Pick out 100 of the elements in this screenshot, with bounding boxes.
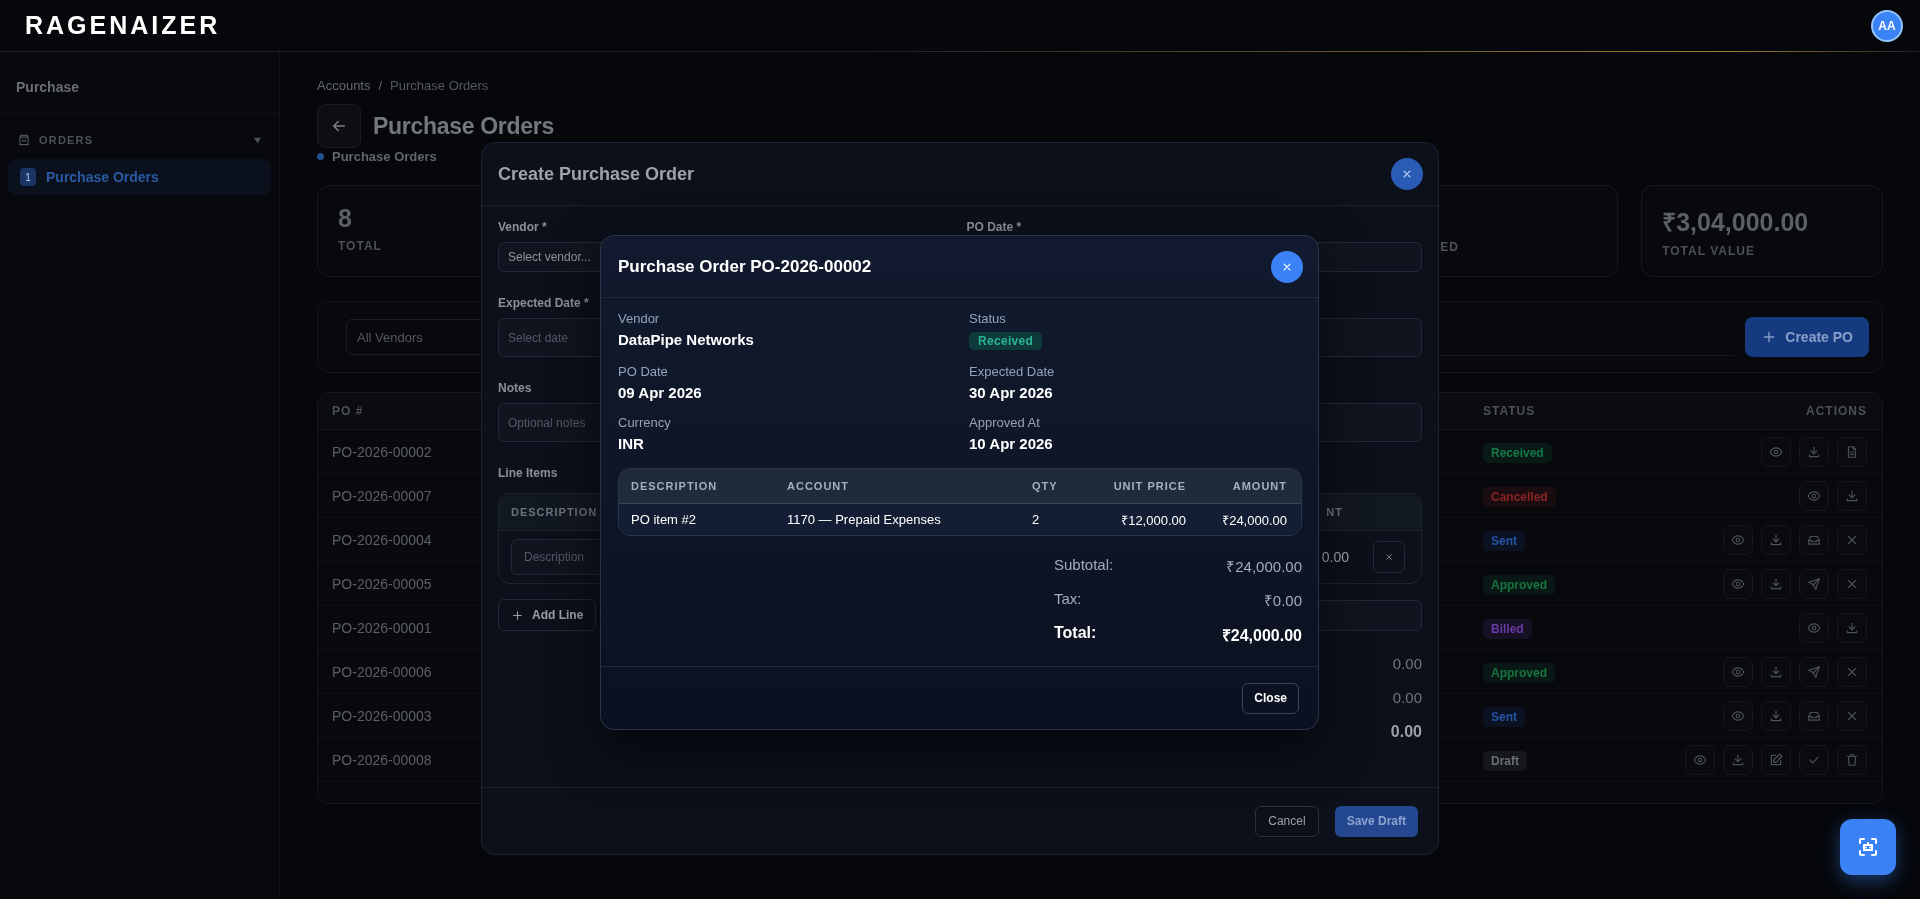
breadcrumb-link[interactable]: Accounts — [317, 78, 371, 94]
po-number: PO-2026-00005 — [332, 575, 433, 592]
cancel-button[interactable] — [1837, 700, 1867, 731]
amount-value: 0.00 — [1320, 549, 1349, 565]
edit-icon — [1769, 752, 1783, 767]
sidebar-item[interactable]: 1 Purchase Orders — [8, 159, 271, 195]
add-line-button[interactable]: Add Line — [498, 599, 597, 631]
po-number: PO-2026-00004 — [332, 531, 433, 548]
status-badge: Draft — [1483, 750, 1527, 771]
po-number: PO-2026-00002 — [332, 443, 433, 460]
view-button[interactable] — [1761, 436, 1791, 467]
receive-button[interactable] — [1799, 524, 1829, 555]
dialog-title: Purchase Order PO-2026-00002 — [618, 256, 872, 277]
table-cell-text: PO item #2 — [631, 512, 698, 527]
total-value: ₹24,000.00 — [1226, 557, 1302, 576]
assistant-button[interactable] — [1840, 819, 1896, 875]
field-value: 30 Apr 2026 — [969, 384, 1054, 401]
download-button[interactable] — [1799, 436, 1829, 467]
back-button[interactable] — [317, 104, 361, 148]
column-header: QTY — [1032, 480, 1059, 492]
plus-icon — [511, 608, 524, 622]
section-header[interactable]: ORDERS — [0, 114, 279, 157]
total-value: ₹0.00 — [1263, 591, 1302, 610]
view-button[interactable] — [1685, 744, 1715, 775]
document-button[interactable] — [1837, 436, 1867, 467]
eye-icon — [1731, 664, 1745, 679]
close-button[interactable] — [1391, 158, 1423, 190]
total-label: Tax: — [1054, 590, 1082, 609]
eye-icon — [1731, 532, 1745, 547]
download-icon — [1769, 576, 1783, 591]
po-number: PO-2026-00008 — [332, 751, 433, 768]
status-badge: Approved — [1483, 574, 1555, 595]
column-header: DESCRIPTION — [511, 506, 599, 518]
eye-icon — [1807, 488, 1821, 503]
close-button[interactable] — [1271, 250, 1303, 283]
field-label: Approved At — [969, 415, 1041, 430]
close-button[interactable]: Close — [1242, 682, 1299, 714]
stat-label: TOTAL — [338, 239, 382, 253]
download-button[interactable] — [1761, 656, 1791, 687]
user-avatar[interactable]: AA — [1871, 9, 1903, 42]
cancel-button[interactable] — [1837, 524, 1867, 555]
create-po-button[interactable]: Create PO — [1745, 317, 1869, 357]
download-button[interactable] — [1837, 612, 1867, 643]
total-value: 0.00 — [1390, 723, 1422, 741]
view-button[interactable] — [1799, 480, 1829, 511]
delete-button[interactable] — [1837, 744, 1867, 775]
cancel-button[interactable] — [1837, 656, 1867, 687]
field-label: Notes — [498, 381, 532, 396]
send-button[interactable] — [1799, 568, 1829, 599]
column-header: DESCRIPTION — [631, 480, 719, 492]
eye-icon — [1731, 576, 1745, 591]
field-label: PO Date — [618, 364, 669, 379]
field-value: 09 Apr 2026 — [618, 384, 703, 401]
bag-icon — [17, 133, 31, 147]
stat-value: 8 — [338, 204, 352, 233]
eye-icon — [1693, 752, 1707, 767]
status-badge: Received — [969, 332, 1043, 350]
view-button[interactable] — [1723, 700, 1753, 731]
field-value: INR — [618, 435, 645, 452]
cancel-button[interactable]: Cancel — [1255, 805, 1319, 837]
send-icon — [1807, 664, 1821, 679]
download-icon — [1731, 752, 1745, 767]
download-button[interactable] — [1761, 524, 1791, 555]
download-icon — [1845, 488, 1859, 503]
status-badge: Billed — [1483, 618, 1532, 639]
download-button[interactable] — [1837, 480, 1867, 511]
receive-button[interactable] — [1799, 700, 1829, 731]
total-value: 0.00 — [1392, 655, 1422, 672]
view-button[interactable] — [1723, 568, 1753, 599]
po-number: PO-2026-00006 — [332, 663, 433, 680]
view-button[interactable] — [1723, 524, 1753, 555]
total-value: 0.00 — [1392, 689, 1422, 706]
stat-value: ₹3,04,000.00 — [1662, 207, 1809, 238]
download-icon — [1769, 664, 1783, 679]
view-button[interactable] — [1723, 656, 1753, 687]
column-header: ACCOUNT — [787, 480, 850, 492]
page-title: Purchase Orders — [373, 112, 554, 140]
send-button[interactable] — [1799, 656, 1829, 687]
download-icon — [1769, 708, 1783, 723]
status-badge: Cancelled — [1483, 486, 1556, 507]
remove-line-button[interactable] — [1373, 541, 1405, 573]
column-header: UNIT PRICE — [1112, 480, 1186, 492]
save-draft-button[interactable]: Save Draft — [1334, 805, 1418, 837]
total-label: Total: — [1054, 624, 1097, 643]
download-icon — [1769, 532, 1783, 547]
field-label: PO Date * — [966, 220, 1022, 235]
column-header: STATUS — [1483, 404, 1537, 418]
download-icon — [1807, 444, 1821, 459]
table-cell-text: ₹12,000.00 — [1120, 511, 1186, 529]
download-icon — [1845, 620, 1859, 635]
view-button[interactable] — [1799, 612, 1829, 643]
download-button[interactable] — [1723, 744, 1753, 775]
cancel-button[interactable] — [1837, 568, 1867, 599]
download-button[interactable] — [1761, 568, 1791, 599]
approve-button[interactable] — [1799, 744, 1829, 775]
table-cell-text: 2 — [1032, 512, 1041, 527]
download-button[interactable] — [1761, 700, 1791, 731]
dialog-title: Create Purchase Order — [498, 163, 695, 185]
edit-button[interactable] — [1761, 744, 1791, 775]
stat-label: TOTAL VALUE — [1662, 244, 1755, 258]
